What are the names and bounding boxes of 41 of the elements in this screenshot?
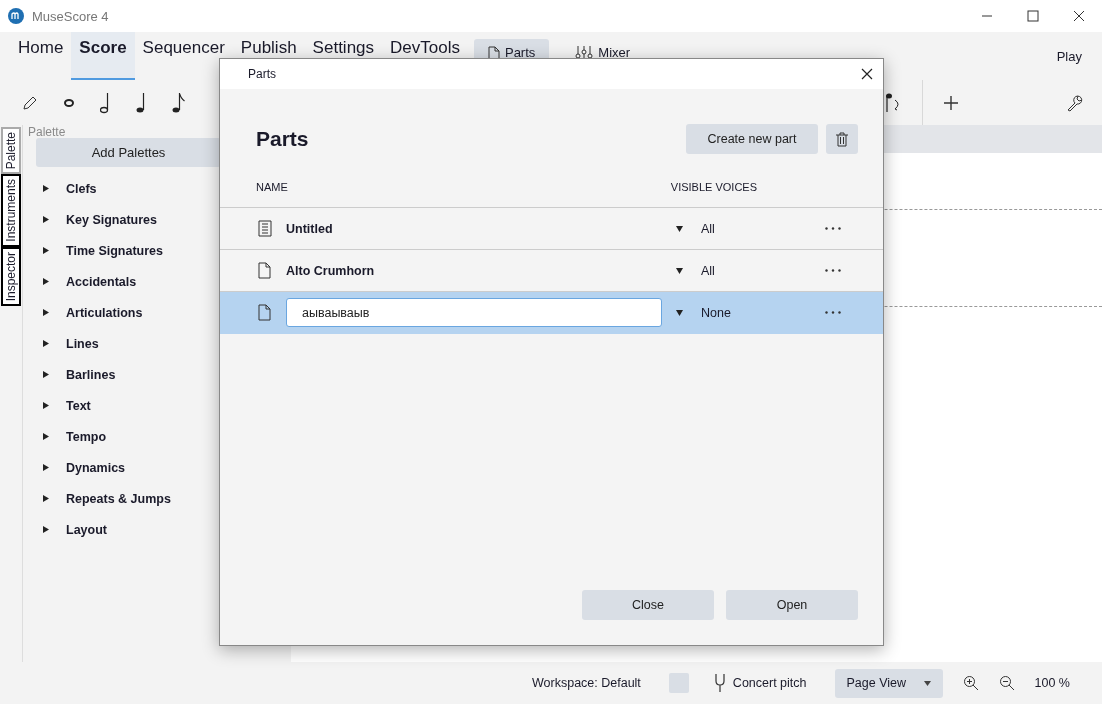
play-label[interactable]: Play xyxy=(1056,48,1082,64)
voices-value: All xyxy=(701,263,716,278)
dialog-button[interactable]: Close xyxy=(582,590,714,620)
zoom-level[interactable]: 100 % xyxy=(1034,676,1070,690)
palette-item[interactable]: Text xyxy=(66,398,91,413)
create-part-button[interactable]: Create new part xyxy=(686,124,818,154)
palette-item[interactable]: Key Signatures xyxy=(66,212,157,227)
dialog-title: Parts xyxy=(248,67,276,81)
palette-item[interactable]: Lines xyxy=(66,336,99,351)
concert-pitch-label[interactable]: Concert pitch xyxy=(732,676,807,690)
part-name-field[interactable]: аываываыв xyxy=(286,298,662,327)
panel-title: Palette xyxy=(28,126,67,138)
workspace-label[interactable]: Workspace: Default xyxy=(532,676,641,690)
nav-tab[interactable]: Score xyxy=(71,32,135,80)
part-name: Alto Crumhorn xyxy=(286,263,375,278)
dialog-button[interactable]: Open xyxy=(726,590,858,620)
palette-item[interactable]: Articulations xyxy=(66,305,143,320)
column-header: NAME xyxy=(256,180,288,193)
side-tab[interactable]: Instruments xyxy=(1,174,21,248)
dialog-heading: Parts xyxy=(256,127,309,151)
window-title: MuseScore 4 xyxy=(32,8,109,24)
palette-item[interactable]: Clefs xyxy=(66,181,97,196)
palette-item[interactable]: Time Signatures xyxy=(66,243,164,258)
palette-item[interactable]: Tempo xyxy=(66,429,107,444)
part-row[interactable]: Untitled All xyxy=(220,208,883,250)
part-row[interactable]: аываываыв None xyxy=(220,292,883,334)
part-name: Untitled xyxy=(286,221,333,236)
side-tab[interactable]: Inspector xyxy=(1,247,21,307)
palette-item[interactable]: Dynamics xyxy=(66,460,126,475)
side-tab[interactable]: Palette xyxy=(1,127,21,175)
column-header: VISIBLE VOICES xyxy=(670,180,757,193)
voices-value: None xyxy=(701,305,732,320)
add-palettes-button[interactable]: Add Palettes xyxy=(36,138,221,167)
palette-item[interactable]: Accidentals xyxy=(66,274,137,289)
voices-value: All xyxy=(701,221,716,236)
palette-item[interactable]: Barlines xyxy=(66,367,116,382)
palette-item[interactable]: Repeats & Jumps xyxy=(66,491,171,506)
view-dropdown[interactable]: Page View xyxy=(834,668,943,698)
nav-tab[interactable]: Home xyxy=(10,32,72,80)
palette-item[interactable]: Layout xyxy=(66,522,107,537)
mixer-button[interactable]: Mixer xyxy=(561,39,645,66)
